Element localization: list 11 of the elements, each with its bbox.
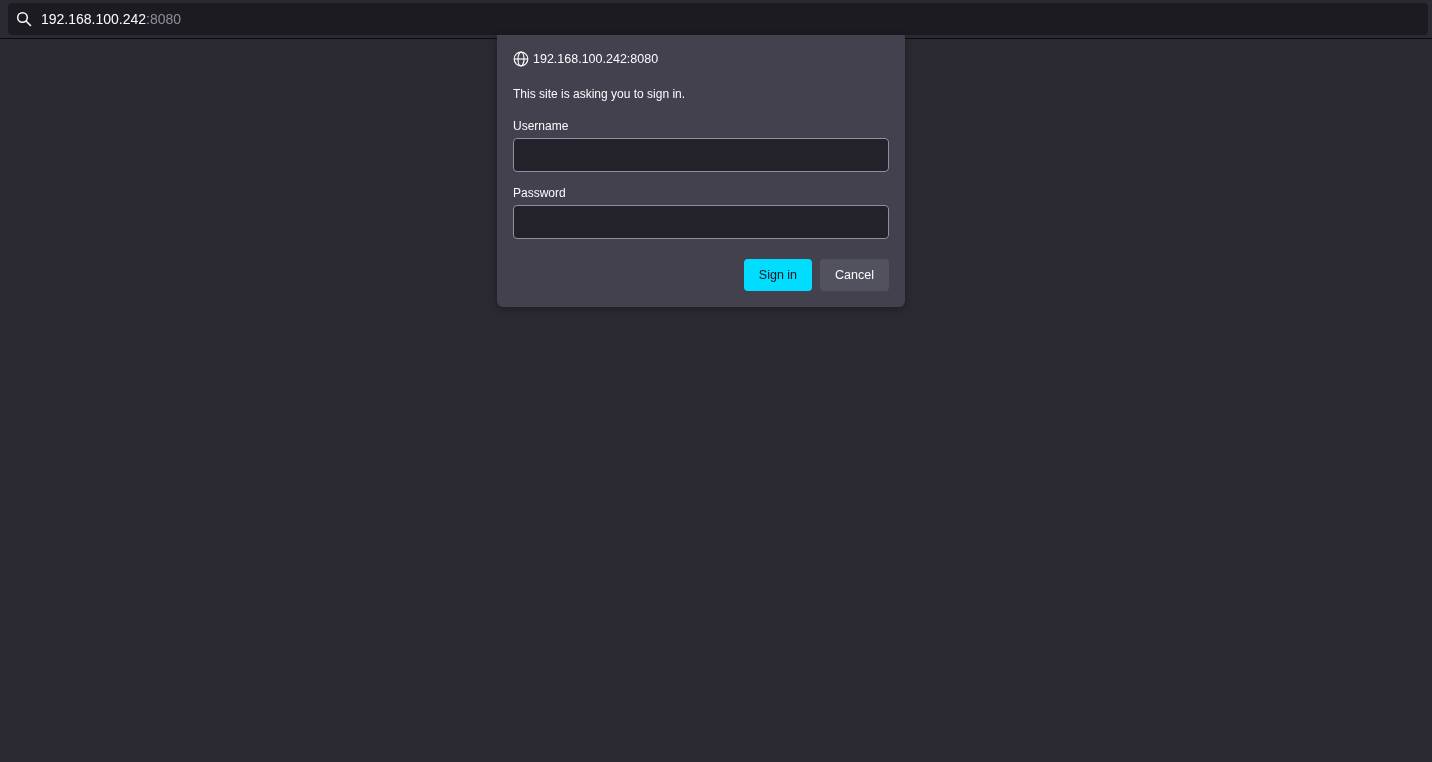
address-field[interactable]: 192.168.100.242:8080 bbox=[8, 3, 1428, 35]
input-field[interactable] bbox=[513, 205, 889, 239]
sign-in-button[interactable]: Sign in bbox=[743, 259, 813, 291]
search-icon bbox=[16, 11, 32, 27]
field-label: Username bbox=[513, 119, 570, 133]
site-address: 192.168.100.242:8080 bbox=[533, 52, 659, 66]
input-field[interactable] bbox=[513, 138, 889, 172]
cancel-button[interactable]: Cancel bbox=[820, 259, 889, 291]
globe-icon bbox=[513, 51, 529, 67]
field-label: Password bbox=[513, 186, 567, 200]
sign-in-message: This site is asking you to sign in. bbox=[513, 87, 687, 101]
